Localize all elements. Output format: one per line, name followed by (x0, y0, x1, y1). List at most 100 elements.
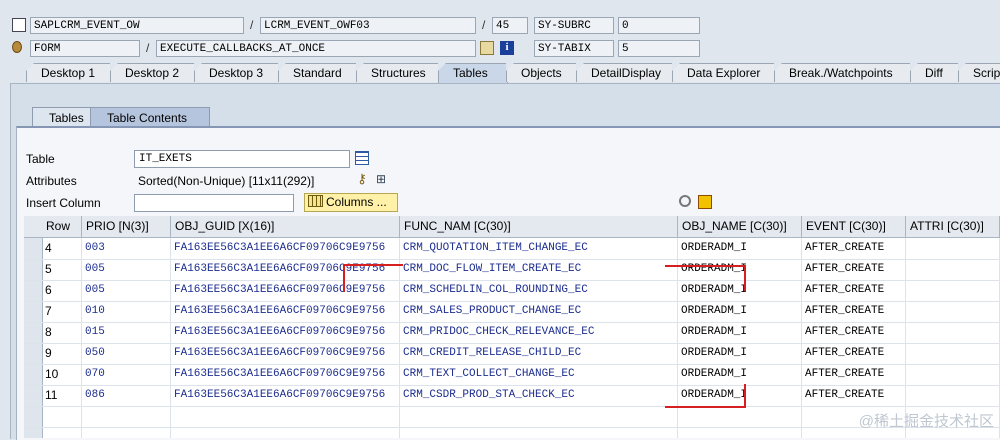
table-row[interactable]: 5 005 FA163EE56C3A1EE6A6CF09706C9E9756 CRM_… (24, 259, 1000, 281)
insert-column-input[interactable] (134, 194, 294, 212)
line-field[interactable]: 45 (492, 17, 528, 34)
table-row[interactable]: 11 086 FA163EE56C3A1EE6A6CF09706C9E9756 CRM… (24, 385, 1000, 407)
header-row[interactable]: Row (42, 216, 82, 237)
cell-obj-name[interactable] (678, 406, 802, 427)
cell-func-nam[interactable] (400, 406, 678, 427)
cell-obj-guid[interactable]: FA163EE56C3A1EE6A6CF09706C9E9756 (171, 259, 400, 280)
tab-data-explorer[interactable]: Data Explorer (672, 63, 776, 82)
cell-func-nam[interactable]: CRM_TEXT_COLLECT_CHANGE_EC (400, 364, 678, 385)
save-icon[interactable] (698, 195, 712, 209)
cell-obj-name[interactable]: ORDERADM_I (678, 280, 802, 301)
cell-func-nam[interactable]: CRM_QUOTATION_ITEM_CHANGE_EC (400, 238, 678, 259)
cell-func-nam[interactable]: CRM_CREDIT_RELEASE_CHILD_EC (400, 343, 678, 364)
tab-standard[interactable]: Standard (278, 63, 358, 82)
table-row[interactable]: 7 010 FA163EE56C3A1EE6A6CF09706C9E9756 CRM_… (24, 301, 1000, 323)
cell-event[interactable]: AFTER_CREATE (802, 385, 906, 406)
tab-structures[interactable]: Structures (356, 63, 440, 82)
header-event[interactable]: EVENT [C(30)] (802, 216, 906, 237)
cell-attri[interactable] (906, 238, 1000, 259)
navigate-icon[interactable] (480, 41, 494, 55)
cell-prio[interactable]: 070 (82, 364, 171, 385)
tab-desktop-3[interactable]: Desktop 3 (194, 63, 280, 82)
program-field[interactable]: SAPLCRM_EVENT_OW (30, 17, 244, 34)
cell-obj-name[interactable]: ORDERADM_I (678, 238, 802, 259)
cell-attri[interactable] (906, 364, 1000, 385)
cell-prio[interactable]: 015 (82, 322, 171, 343)
cell-obj-guid[interactable]: FA163EE56C3A1EE6A6CF09706C9E9756 (171, 385, 400, 406)
cell-func-nam[interactable]: CRM_DOC_FLOW_ITEM_CREATE_EC (400, 259, 678, 280)
tab-desktop-1[interactable]: Desktop 1 (26, 63, 112, 82)
cell-row[interactable]: 10 (42, 364, 82, 385)
include-field[interactable]: LCRM_EVENT_OWF03 (260, 17, 476, 34)
table-row[interactable]: 8 015 FA163EE56C3A1EE6A6CF09706C9E9756 CRM_… (24, 322, 1000, 344)
cell-obj-name[interactable]: ORDERADM_I (678, 343, 802, 364)
header-prio[interactable]: PRIO [N(3)] (82, 216, 171, 237)
cell-event[interactable]: AFTER_CREATE (802, 301, 906, 322)
cell-prio[interactable]: 003 (82, 238, 171, 259)
hierarchy-icon[interactable]: ⊞ (374, 172, 388, 186)
table-row[interactable] (24, 427, 1000, 438)
cell-event[interactable]: AFTER_CREATE (802, 322, 906, 343)
cell-obj-name[interactable]: ORDERADM_I (678, 385, 802, 406)
table-row[interactable]: 9 050 FA163EE56C3A1EE6A6CF09706C9E9756 CRM_… (24, 343, 1000, 365)
cell-attri[interactable] (906, 385, 1000, 406)
cell-attri[interactable] (906, 343, 1000, 364)
tab-detaildisplay[interactable]: DetailDisplay (576, 63, 674, 82)
cell-event[interactable]: AFTER_CREATE (802, 343, 906, 364)
tab-objects[interactable]: Objects (506, 63, 578, 82)
cell-row[interactable] (42, 427, 82, 438)
table-row[interactable]: 10 070 FA163EE56C3A1EE6A6CF09706C9E9756 CRM… (24, 364, 1000, 386)
tab-script[interactable]: Script (958, 63, 1000, 82)
tab-tables[interactable]: Tables (438, 63, 508, 83)
cell-prio[interactable]: 005 (82, 280, 171, 301)
cell-attri[interactable] (906, 301, 1000, 322)
cell-prio[interactable]: 005 (82, 259, 171, 280)
cell-row[interactable]: 8 (42, 322, 82, 343)
header-func-nam[interactable]: FUNC_NAM [C(30)] (400, 216, 678, 237)
cell-prio[interactable]: 086 (82, 385, 171, 406)
table-row[interactable]: 6 005 FA163EE56C3A1EE6A6CF09706C9E9756 CRM_… (24, 280, 1000, 302)
tab-desktop-2[interactable]: Desktop 2 (110, 63, 196, 82)
cell-row[interactable]: 6 (42, 280, 82, 301)
cell-event[interactable]: AFTER_CREATE (802, 364, 906, 385)
cell-row[interactable]: 7 (42, 301, 82, 322)
cell-obj-guid[interactable]: FA163EE56C3A1EE6A6CF09706C9E9756 (171, 301, 400, 322)
tab-break-watchpoints[interactable]: Break./Watchpoints (774, 63, 912, 82)
cell-func-nam[interactable]: CRM_SCHEDLIN_COL_ROUNDING_EC (400, 280, 678, 301)
cell-func-nam[interactable] (400, 427, 678, 438)
table-row[interactable] (24, 406, 1000, 428)
tab-diff[interactable]: Diff (910, 63, 960, 82)
sy-tabix-value[interactable]: 5 (618, 40, 700, 57)
cell-func-nam[interactable]: CRM_CSDR_PROD_STA_CHECK_EC (400, 385, 678, 406)
cell-attri[interactable] (906, 259, 1000, 280)
sy-subrc-value[interactable]: 0 (618, 17, 700, 34)
cell-obj-guid[interactable]: FA163EE56C3A1EE6A6CF09706C9E9756 (171, 238, 400, 259)
cell-obj-guid[interactable]: FA163EE56C3A1EE6A6CF09706C9E9756 (171, 364, 400, 385)
cell-obj-name[interactable]: ORDERADM_I (678, 259, 802, 280)
cell-prio[interactable]: 050 (82, 343, 171, 364)
cell-row[interactable]: 4 (42, 238, 82, 259)
table-row[interactable]: 4 003 FA163EE56C3A1EE6A6CF09706C9E9756 CRM_… (24, 238, 1000, 260)
cell-obj-guid[interactable]: FA163EE56C3A1EE6A6CF09706C9E9756 (171, 343, 400, 364)
cell-obj-guid[interactable] (171, 427, 400, 438)
event-name-field[interactable]: EXECUTE_CALLBACKS_AT_ONCE (156, 40, 476, 57)
cell-prio[interactable]: 010 (82, 301, 171, 322)
cell-func-nam[interactable]: CRM_PRIDOC_CHECK_RELEVANCE_EC (400, 322, 678, 343)
info-icon[interactable]: i (500, 41, 514, 55)
header-obj-name[interactable]: OBJ_NAME [C(30)] (678, 216, 802, 237)
cell-row[interactable] (42, 406, 82, 427)
header-attri[interactable]: ATTRI [C(30)] (906, 216, 1000, 237)
cell-obj-name[interactable]: ORDERADM_I (678, 364, 802, 385)
cell-obj-name[interactable]: ORDERADM_I (678, 301, 802, 322)
cell-event[interactable]: AFTER_CREATE (802, 280, 906, 301)
event-type-field[interactable]: FORM (30, 40, 140, 57)
columns-button[interactable]: Columns ... (304, 193, 398, 212)
find-icon[interactable] (679, 195, 691, 207)
header-obj-guid[interactable]: OBJ_GUID [X(16)] (171, 216, 400, 237)
cell-obj-guid[interactable]: FA163EE56C3A1EE6A6CF09706C9E9756 (171, 280, 400, 301)
key-icon[interactable]: ⚷ (355, 172, 369, 186)
subtab-tables[interactable]: Tables (32, 107, 94, 127)
cell-obj-name[interactable] (678, 427, 802, 438)
table-name-input[interactable]: IT_EXETS (134, 150, 350, 168)
cell-prio[interactable] (82, 427, 171, 438)
